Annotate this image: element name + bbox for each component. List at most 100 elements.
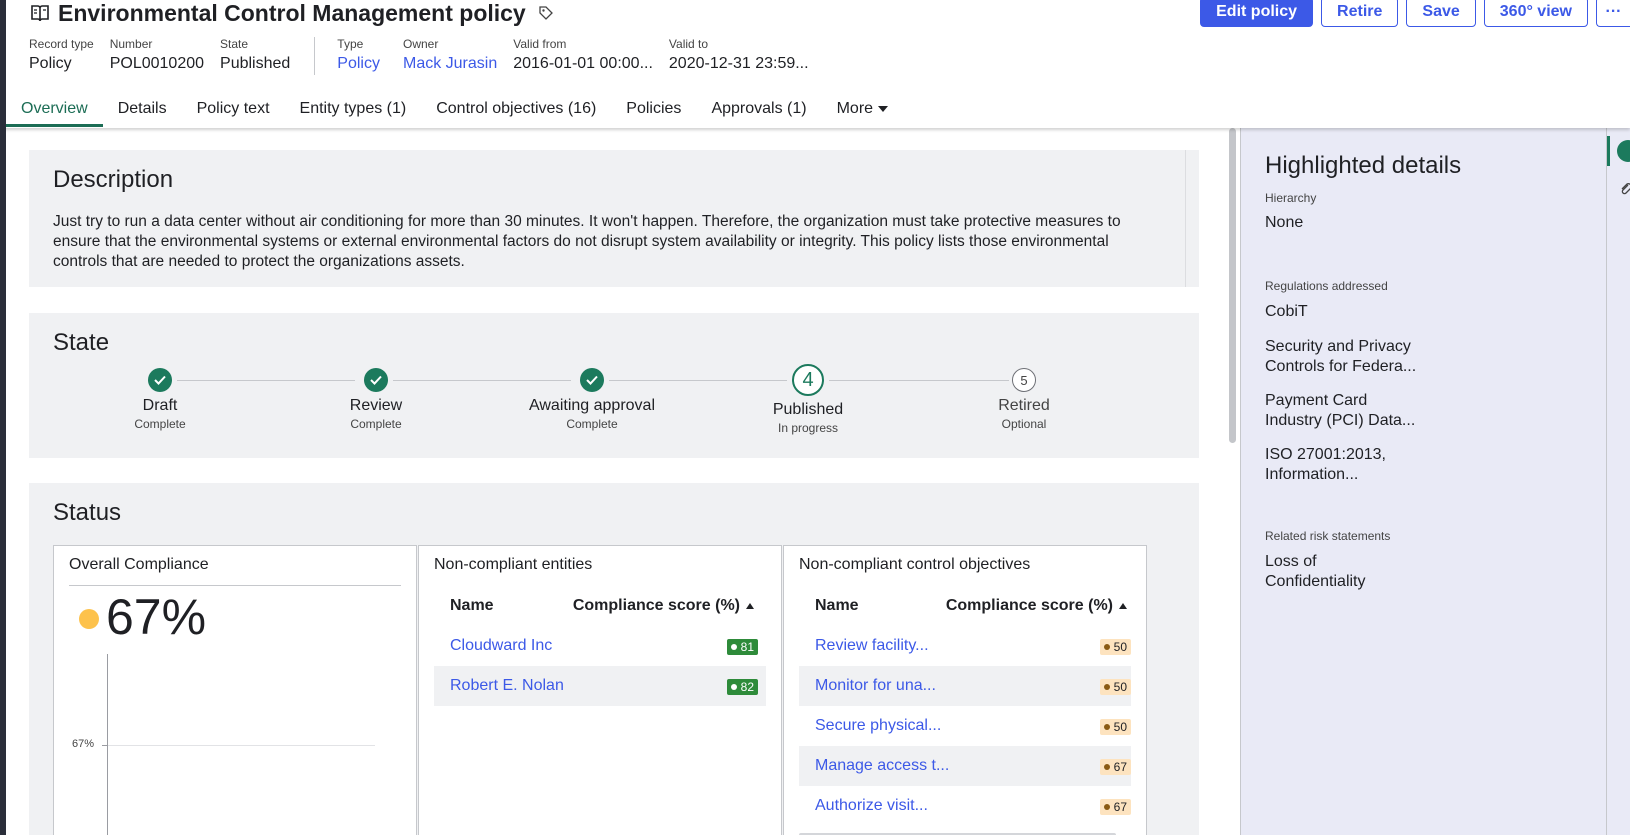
save-button[interactable]: Save <box>1406 0 1476 27</box>
rail-active-indicator <box>1607 136 1610 166</box>
entity-link[interactable]: Cloudward Inc <box>434 637 727 655</box>
regulations-label: Regulations addressed <box>1265 279 1388 293</box>
column-score-header[interactable]: Compliance score (%) <box>573 597 766 615</box>
check-icon <box>364 368 388 392</box>
description-card: Description Just try to run a data cente… <box>29 150 1199 287</box>
column-name-header[interactable]: Name <box>434 597 573 615</box>
step-review: Review Complete <box>276 365 476 432</box>
step-sub: Complete <box>350 417 402 431</box>
score-badge: 81 <box>726 639 758 655</box>
meta-label: Valid to <box>668 37 709 51</box>
meta-type: Type Policy <box>337 36 380 76</box>
retire-button[interactable]: Retire <box>1321 0 1399 27</box>
score-value: 81 <box>740 640 754 654</box>
panel-title: Overall Compliance <box>69 556 209 573</box>
risk-statement-value: Loss of Confidentiality <box>1265 553 1366 590</box>
sidebar-title: Highlighted details <box>1265 152 1462 179</box>
meta-number: Number POL0010200 <box>110 36 204 76</box>
column-score-header[interactable]: Compliance score (%) <box>946 597 1131 615</box>
main-scrollbar-thumb[interactable] <box>1229 128 1236 443</box>
entities-table: Name Compliance score (%) Cloudward Inc … <box>434 586 766 706</box>
table-row: Authorize visit... 67 <box>799 786 1131 826</box>
record-meta: Record type Policy Number POL0010200 Sta… <box>29 36 825 76</box>
objective-link[interactable]: Authorize visit... <box>799 797 1100 815</box>
score-badge: 67 <box>1099 799 1131 815</box>
meta-divider <box>314 37 316 75</box>
tag-icon[interactable] <box>538 4 556 22</box>
step-draft: Draft Complete <box>60 365 260 432</box>
meta-valid-from: Valid from 2016-01-01 00:00... <box>513 36 653 76</box>
caret-down-icon <box>878 105 889 112</box>
owner-link[interactable]: Mack Jurasin <box>403 52 497 76</box>
step-label: Published <box>772 401 844 418</box>
score-badge: 50 <box>1099 639 1131 655</box>
main-scrollbar[interactable] <box>1227 128 1237 835</box>
meta-value: Published <box>220 55 291 72</box>
status-card: Status Overall Compliance 67% 67% Non-co… <box>29 483 1199 835</box>
table-row: Robert E. Nolan 82 <box>434 666 766 706</box>
meta-state: State Published <box>220 36 290 76</box>
meta-label: State <box>220 37 249 51</box>
objective-link[interactable]: Secure physical... <box>799 717 1100 735</box>
tab-control-objectives[interactable]: Control objectives (16) <box>421 94 611 127</box>
table-header: Name Compliance score (%) <box>799 586 1131 626</box>
meta-label: Number <box>109 37 153 51</box>
entity-link[interactable]: Robert E. Nolan <box>434 677 727 695</box>
step-sub: In progress <box>777 421 839 435</box>
objective-link[interactable]: Manage access t... <box>799 757 1100 775</box>
meta-value: 2020-12-31 23:59... <box>668 55 809 72</box>
description-title: Description <box>53 166 174 193</box>
type-link[interactable]: Policy <box>337 52 380 76</box>
overall-compliance-panel: Overall Compliance 67% 67% <box>53 545 417 835</box>
check-icon <box>580 368 604 392</box>
step-label: Review <box>349 397 403 414</box>
highlighted-details-panel: Highlighted details Hierarchy None Regul… <box>1240 128 1606 835</box>
score-dot-icon <box>1103 804 1110 810</box>
state-card: State Draft Complete Review Complete Awa… <box>29 313 1199 458</box>
tab-approvals[interactable]: Approvals (1) <box>696 94 821 127</box>
header-actions: Edit policy Retire Save 360° view ··· <box>1200 0 1630 27</box>
table-row: Monitor for una... 50 <box>799 666 1131 706</box>
360-view-button[interactable]: 360° view <box>1483 0 1588 27</box>
column-name-header[interactable]: Name <box>799 597 946 615</box>
tab-more[interactable]: More <box>822 94 903 127</box>
edit-policy-button[interactable]: Edit policy <box>1200 0 1314 27</box>
column-score-label: Compliance score (%) <box>945 597 1113 614</box>
overall-compliance-value: 67% <box>106 589 207 645</box>
objective-link[interactable]: Monitor for una... <box>799 677 1100 695</box>
score-badge: 67 <box>1099 759 1131 775</box>
meta-value: 2016-01-01 00:00... <box>513 55 653 72</box>
step-awaiting-approval: Awaiting approval Complete <box>492 365 692 432</box>
more-actions-button[interactable]: ··· <box>1596 0 1630 27</box>
tab-entity-types[interactable]: Entity types (1) <box>285 94 422 127</box>
score-value: 50 <box>1113 720 1127 734</box>
panel-divider <box>69 585 401 586</box>
step-sub: Complete <box>134 417 186 431</box>
meta-label: Record type <box>29 37 94 51</box>
score-value: 50 <box>1113 640 1127 654</box>
panel-title: Non-compliant control objectives <box>799 556 1031 573</box>
info-icon[interactable] <box>1617 140 1630 162</box>
tab-details[interactable]: Details <box>103 94 182 127</box>
main-content[interactable]: Description Just try to run a data cente… <box>6 128 1226 835</box>
column-score-label: Compliance score (%) <box>572 597 740 614</box>
policy-book-icon <box>30 2 52 24</box>
regulation-item: ISO 27001:2013, Information... <box>1265 446 1386 483</box>
sort-ascending-icon <box>1119 602 1127 609</box>
objective-link[interactable]: Review facility... <box>799 637 1100 655</box>
description-scroll-track[interactable] <box>1185 150 1186 287</box>
tab-policy-text[interactable]: Policy text <box>182 94 285 127</box>
score-dot-icon <box>730 644 737 650</box>
left-edge-bar <box>0 0 6 835</box>
paperclip-icon[interactable] <box>1619 182 1630 201</box>
step-label: Draft <box>142 397 178 414</box>
step-number: 4 <box>792 364 824 396</box>
chart-tick-label: 67% <box>72 738 95 750</box>
tab-policies[interactable]: Policies <box>611 94 696 127</box>
tab-overview[interactable]: Overview <box>6 94 103 127</box>
meta-valid-to: Valid to 2020-12-31 23:59... <box>669 36 809 76</box>
hierarchy-label: Hierarchy <box>1265 191 1317 205</box>
chart-tick <box>102 745 108 746</box>
step-published: 4 Published In progress <box>708 364 908 436</box>
check-icon <box>148 368 172 392</box>
